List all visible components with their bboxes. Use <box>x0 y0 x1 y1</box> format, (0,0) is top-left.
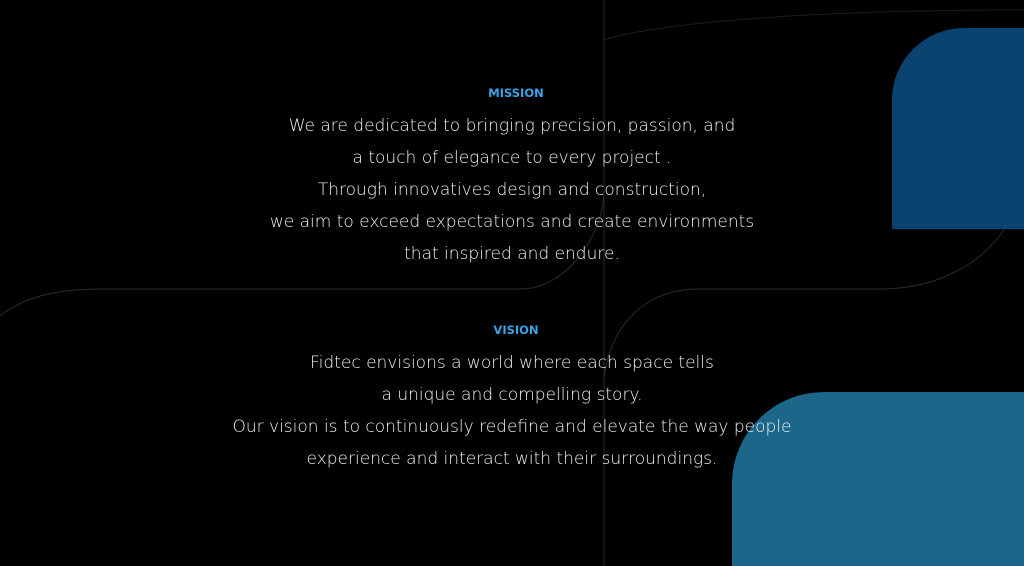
vision-text: Fidtec envisions a world where each spac… <box>0 347 1024 475</box>
mission-section: MISSION We are dedicated to bringing pre… <box>0 86 1024 270</box>
mission-heading: MISSION <box>488 86 544 100</box>
mission-line: a touch of elegance to every project . <box>352 148 672 168</box>
vision-heading: VISION <box>493 323 539 337</box>
mission-line: we aim to exceed expectations and create… <box>269 212 755 232</box>
vision-section: VISION Fidtec envisions a world where ea… <box>0 323 1024 475</box>
mission-line: Through innovatives design and construct… <box>317 180 707 200</box>
vision-line: Our vision is to continuously redefine a… <box>232 417 792 437</box>
mission-line: We are dedicated to bringing precision, … <box>288 116 736 136</box>
vision-line: a unique and compelling story. <box>381 385 643 405</box>
slide: MISSION We are dedicated to bringing pre… <box>0 0 1024 566</box>
mission-line: that inspired and endure. <box>404 244 620 264</box>
vision-line: Fidtec envisions a world where each spac… <box>310 353 714 373</box>
mission-text: We are dedicated to bringing precision, … <box>0 110 1024 270</box>
vision-line: experience and interact with their surro… <box>306 449 718 469</box>
